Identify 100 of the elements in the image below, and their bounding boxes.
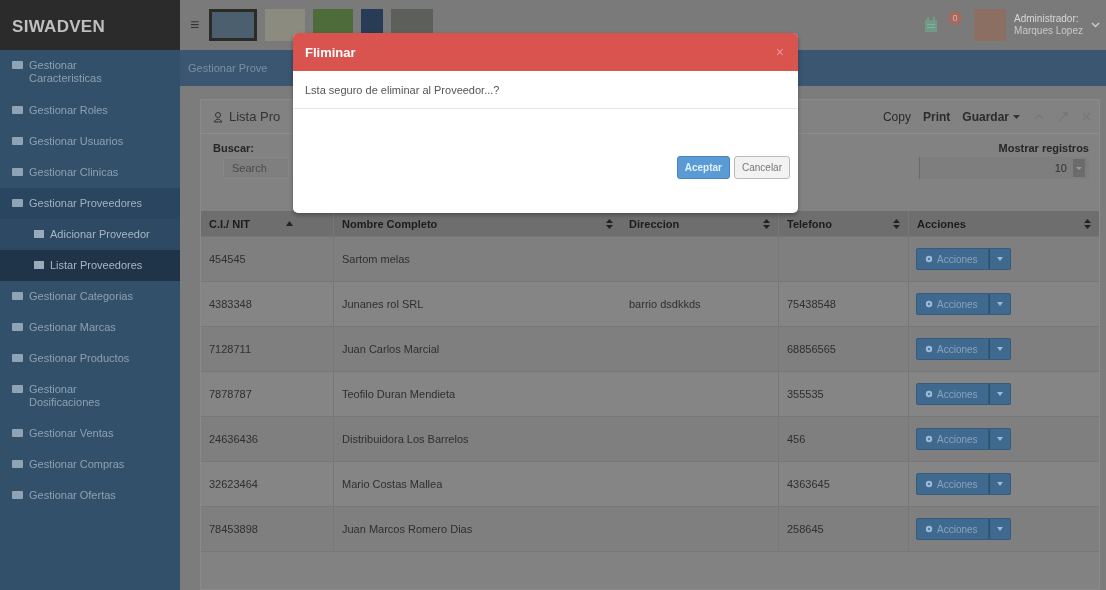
sidebar-item[interactable]: Gestionar Dosificaciones xyxy=(0,374,150,418)
dropdown-toggle[interactable] xyxy=(988,248,1011,270)
caret-icon xyxy=(996,482,1003,486)
close-button[interactable]: × xyxy=(773,44,786,60)
caret-icon xyxy=(1013,114,1020,119)
actions-button[interactable]: Acciones xyxy=(916,518,989,540)
table-cell: 24636436 xyxy=(209,433,258,445)
caret-icon xyxy=(996,527,1003,531)
dropdown-toggle[interactable] xyxy=(988,518,1011,540)
table-cell: 78453898 xyxy=(209,523,258,535)
caret-icon xyxy=(996,302,1003,306)
sidebar-item[interactable]: Gestionar Caracteristicas xyxy=(0,50,150,95)
toolbar-button[interactable]: Print xyxy=(922,109,951,124)
toolbar-button[interactable]: Guardar xyxy=(962,109,1020,124)
menu-button[interactable]: ≡ xyxy=(188,16,202,34)
sidebar-item[interactable]: Gestionar Proveedores xyxy=(0,188,180,219)
menu-icon xyxy=(12,136,23,146)
gear-icon xyxy=(925,255,933,263)
chevron-down-icon xyxy=(1091,22,1100,28)
actions-button[interactable]: Acciones xyxy=(916,428,989,450)
table-cell: Juan Marcos Romero Dias xyxy=(342,523,473,535)
sort-icon xyxy=(893,218,900,229)
photo-placeholder xyxy=(209,9,258,41)
sidebar-item[interactable]: Gestionar Ofertas xyxy=(0,480,150,511)
table-cell: 7128711 xyxy=(209,343,251,355)
gear-icon xyxy=(925,345,933,353)
actions-button[interactable]: Acciones xyxy=(916,248,989,270)
sidebar-item[interactable]: Gestionar Productos xyxy=(0,343,150,374)
menu-icon xyxy=(12,459,23,469)
table-cell: 68856565 xyxy=(787,343,836,355)
photo-placeholder xyxy=(265,9,306,41)
table-cell: Sartom melas xyxy=(342,253,410,265)
actions-button[interactable]: Acciones xyxy=(916,473,989,495)
table-cell: 4383348 xyxy=(209,298,252,310)
panel-title: Lista Pro xyxy=(229,109,281,124)
app-logo: SIWADVEN xyxy=(0,0,180,50)
caret-icon xyxy=(996,437,1003,441)
menu-icon xyxy=(12,291,23,301)
menu-icon xyxy=(12,198,23,208)
caret-icon xyxy=(996,392,1003,396)
table-cell: Distribuidora Los Barrelos xyxy=(342,433,469,445)
sort-ascending-icon xyxy=(285,221,293,226)
sidebar-item[interactable]: Gestionar Ventas xyxy=(0,418,150,449)
gear-icon xyxy=(925,480,933,488)
actions-button[interactable]: Acciones xyxy=(916,383,989,405)
menu-icon xyxy=(12,322,23,332)
cancel-button[interactable]: Cancelar xyxy=(733,155,790,179)
menu-icon xyxy=(12,384,23,394)
caret-icon xyxy=(996,347,1003,351)
menu-icon xyxy=(12,167,23,177)
sort-icon xyxy=(1084,218,1091,229)
dropdown-toggle[interactable] xyxy=(988,293,1011,315)
menu-icon xyxy=(12,428,23,438)
calendar-icon xyxy=(924,17,939,33)
dropdown-toggle[interactable] xyxy=(988,338,1011,360)
sidebar-item[interactable]: Gestionar Categorias xyxy=(0,281,150,312)
user-name: Marques Lopez xyxy=(1014,25,1083,37)
sidebar-item[interactable]: Gestionar Compras xyxy=(0,449,150,480)
dialog-message: Lsta seguro de eliminar al Proveedor...? xyxy=(305,83,500,96)
caret-icon xyxy=(996,257,1003,261)
table-cell: 355535 xyxy=(787,388,824,400)
list-icon xyxy=(34,229,44,239)
gear-icon xyxy=(925,390,933,398)
breadcrumb-text: Gestionar Prove xyxy=(188,62,268,74)
dropdown-toggle[interactable] xyxy=(988,383,1011,405)
sidebar-item[interactable]: Gestionar Roles xyxy=(0,95,150,126)
submenu-item[interactable]: Adicionar Proveedor xyxy=(0,219,180,250)
table-cell: Mario Costas Mallea xyxy=(342,478,443,490)
accept-button[interactable]: Aceptar xyxy=(676,155,730,179)
sidebar-item[interactable]: Gestionar Usuarios xyxy=(0,126,150,157)
table-cell: 456 xyxy=(787,433,806,445)
dropdown-toggle[interactable] xyxy=(988,428,1011,450)
sort-icon xyxy=(606,218,613,229)
caret-icon xyxy=(1073,159,1085,177)
dropdown-toggle[interactable] xyxy=(988,473,1011,495)
avatar-placeholder xyxy=(974,9,1007,41)
page-size-select[interactable]: 10 xyxy=(919,157,1089,179)
column-header[interactable]: Acciones xyxy=(908,211,1099,236)
actions-button[interactable]: Acciones xyxy=(916,338,989,360)
user-role: Administrador: xyxy=(1014,13,1080,25)
toolbar-button[interactable]: Copy xyxy=(882,109,911,124)
submenu-item[interactable]: Listar Proveedores xyxy=(0,250,180,281)
table-cell: barrio dsdkkds xyxy=(629,298,701,310)
menu-icon xyxy=(12,60,23,70)
list-icon xyxy=(34,260,44,270)
table-cell: Juan Carlos Marcial xyxy=(342,343,440,355)
menu-icon xyxy=(12,105,23,115)
sidebar-item[interactable]: Gestionar Marcas xyxy=(0,312,150,343)
column-header[interactable]: C.I./ NIT xyxy=(201,211,333,236)
sidebar-item[interactable]: Gestionar Clinicas xyxy=(0,157,150,188)
column-header[interactable]: Direccion xyxy=(621,211,778,236)
actions-button[interactable]: Acciones xyxy=(916,293,989,315)
table-cell: Junanes rol SRL xyxy=(342,298,424,310)
table-cell: 32623464 xyxy=(209,478,258,490)
table-cell: 75438548 xyxy=(787,298,836,310)
table-cell: 454545 xyxy=(209,253,246,265)
gear-icon xyxy=(925,525,933,533)
sort-icon xyxy=(763,218,770,229)
dialog-title: Fliminar xyxy=(305,44,356,60)
table-cell: 4363645 xyxy=(787,478,830,490)
